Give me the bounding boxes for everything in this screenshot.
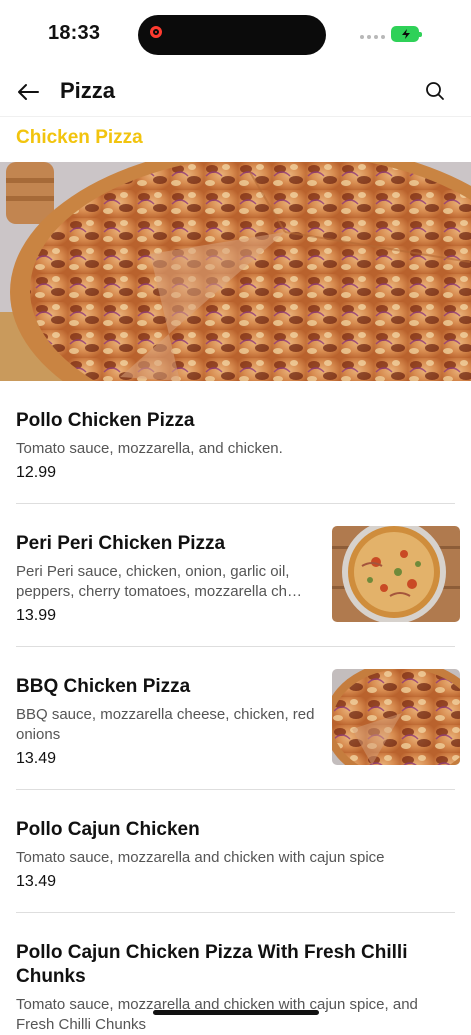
item-price: 13.49 xyxy=(16,750,57,767)
page-title: Pizza xyxy=(60,78,116,103)
home-indicator xyxy=(153,1010,319,1015)
divider xyxy=(16,503,455,504)
item-price: 13.99 xyxy=(16,607,57,624)
item-price: 13.49 xyxy=(16,873,57,890)
battery-charging-icon xyxy=(391,26,422,42)
back-button[interactable] xyxy=(14,78,42,106)
item-description: Peri Peri sauce, chicken, onion, garlic … xyxy=(16,563,302,600)
menu-item[interactable]: Pollo Cajun Chicken Tomato sauce, mozzar… xyxy=(16,818,455,892)
divider xyxy=(16,646,455,647)
cellular-signal-icon xyxy=(360,35,385,39)
item-description: Tomato sauce, mozzarella, and chicken. xyxy=(16,440,283,457)
item-name: BBQ Chicken Pizza xyxy=(16,676,191,697)
divider xyxy=(16,912,455,913)
item-description: BBQ sauce, mozzarella cheese, chicken, r… xyxy=(16,706,315,743)
item-description: Tomato sauce, mozzarella and chicken wit… xyxy=(16,996,418,1033)
menu-item[interactable]: Peri Peri Chicken Pizza Peri Peri sauce,… xyxy=(16,526,460,628)
item-name: Pollo Cajun Chicken xyxy=(16,819,200,840)
search-button[interactable] xyxy=(422,78,448,104)
category-hero-image xyxy=(0,162,471,381)
dynamic-island xyxy=(138,15,326,55)
arrow-left-icon xyxy=(18,84,39,100)
menu-item[interactable]: Pollo Chicken Pizza Tomato sauce, mozzar… xyxy=(16,409,455,483)
item-thumbnail-image xyxy=(332,669,460,765)
item-name: Peri Peri Chicken Pizza xyxy=(16,533,226,554)
status-time: 18:33 xyxy=(48,22,101,44)
menu-item[interactable]: Pollo Cajun Chicken Pizza With Fresh Chi… xyxy=(16,941,455,1035)
category-title: Chicken Pizza xyxy=(16,127,143,148)
item-price: 12.99 xyxy=(16,464,57,481)
item-thumbnail-image xyxy=(332,526,460,622)
search-icon xyxy=(426,82,444,100)
item-description: Tomato sauce, mozzarella and chicken wit… xyxy=(16,849,385,866)
item-name: Pollo Cajun Chicken Pizza With Fresh Chi… xyxy=(16,942,408,987)
divider xyxy=(16,789,455,790)
navigation-header: Pizza xyxy=(0,70,471,117)
item-name: Pollo Chicken Pizza xyxy=(16,410,195,431)
screen-recording-icon xyxy=(150,26,162,38)
status-bar: 18:33 xyxy=(0,0,471,70)
menu-item[interactable]: BBQ Chicken Pizza BBQ sauce, mozzarella … xyxy=(16,669,460,771)
